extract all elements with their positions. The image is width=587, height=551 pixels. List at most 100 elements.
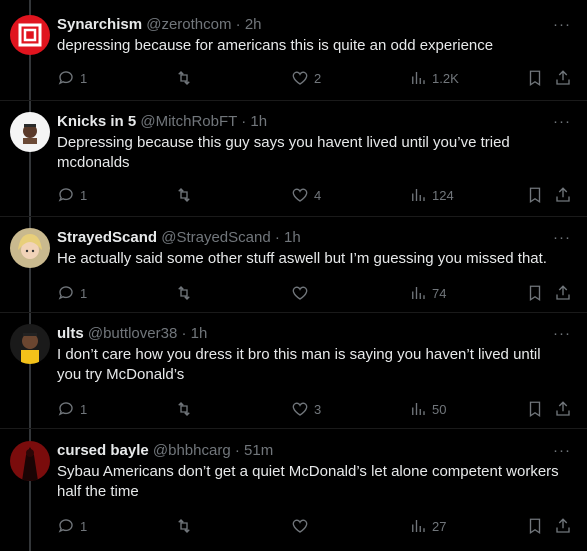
share-button[interactable] xyxy=(554,283,572,303)
action-bar: 1 3 50 xyxy=(57,399,587,419)
retweet-button[interactable] xyxy=(175,68,193,88)
user-handle[interactable]: @StrayedScand xyxy=(161,229,270,246)
share-button[interactable] xyxy=(554,399,572,419)
divider xyxy=(0,428,587,429)
views-button[interactable]: 124 xyxy=(409,185,454,205)
reply-button[interactable]: 1 xyxy=(57,399,87,419)
like-count: 4 xyxy=(314,187,322,203)
action-bar: 1 74 xyxy=(57,283,587,303)
share-icon xyxy=(556,187,570,202)
bookmark-button[interactable] xyxy=(526,516,544,536)
views-button[interactable]: 50 xyxy=(409,399,446,419)
bookmark-icon xyxy=(529,401,541,418)
separator-dot: · xyxy=(181,325,187,342)
views-button[interactable]: 27 xyxy=(409,516,446,536)
tweet-text: Depressing because this guy says you hav… xyxy=(57,134,510,171)
tweet-text: He actually said some other stuff aswell… xyxy=(57,250,547,267)
views-icon xyxy=(412,520,425,532)
retweet-button[interactable] xyxy=(175,185,193,205)
bookmark-icon xyxy=(529,187,541,204)
avatar[interactable] xyxy=(10,228,50,268)
like-count: 2 xyxy=(314,70,322,86)
more-icon[interactable]: ··· xyxy=(553,112,571,132)
avatar[interactable] xyxy=(10,324,50,364)
reply-button[interactable]: 1 xyxy=(57,68,87,88)
retweet-icon xyxy=(178,519,190,533)
reply-tweet[interactable]: Knicks in 5 @MitchRobFT · 1h ··· Depress… xyxy=(0,112,587,222)
views-count: 27 xyxy=(432,518,447,534)
like-button[interactable]: 2 xyxy=(291,68,321,88)
user-handle[interactable]: @bhbhcarg xyxy=(153,442,231,459)
views-count: 74 xyxy=(432,285,447,301)
retweet-button[interactable] xyxy=(175,283,193,303)
user-handle[interactable]: @zerothcom xyxy=(146,16,231,33)
reply-tweet[interactable]: ults @buttlover38 · 1h ··· I don’t care … xyxy=(0,324,587,434)
views-count: 1.2K xyxy=(432,70,459,86)
separator-dot: · xyxy=(241,113,247,130)
like-button[interactable]: 3 xyxy=(291,399,321,419)
tweet-text: depressing because for americans this is… xyxy=(57,37,494,54)
reply-icon xyxy=(58,188,73,202)
bookmark-button[interactable] xyxy=(526,399,544,419)
divider xyxy=(0,100,587,101)
bookmark-icon xyxy=(529,518,541,535)
bookmark-button[interactable] xyxy=(526,68,544,88)
timestamp[interactable]: 51m xyxy=(244,442,273,459)
share-button[interactable] xyxy=(554,185,572,205)
synarchism-logo-icon xyxy=(18,23,42,47)
display-name[interactable]: cursed bayle xyxy=(57,442,149,459)
action-bar: 1 2 1.2K xyxy=(57,68,587,88)
user-handle[interactable]: @buttlover38 xyxy=(88,325,177,342)
tweet-header: Synarchism @zerothcom · 2h xyxy=(57,15,262,35)
reply-count: 1 xyxy=(80,518,88,534)
share-button[interactable] xyxy=(554,68,572,88)
avatar[interactable] xyxy=(10,112,50,152)
display-name[interactable]: StrayedScand xyxy=(57,229,157,246)
separator-dot: · xyxy=(235,16,241,33)
share-button[interactable] xyxy=(554,516,572,536)
tweet-text: I don’t care how you dress it bro this m… xyxy=(57,346,541,383)
retweet-button[interactable] xyxy=(175,399,193,419)
display-name[interactable]: ults xyxy=(57,325,84,342)
bookmark-button[interactable] xyxy=(526,283,544,303)
views-icon xyxy=(412,72,425,84)
display-name[interactable]: Synarchism xyxy=(57,16,142,33)
retweet-button[interactable] xyxy=(175,516,193,536)
retweet-icon xyxy=(178,188,190,202)
timestamp[interactable]: 1h xyxy=(250,113,267,130)
timestamp[interactable]: 2h xyxy=(245,16,262,33)
avatar[interactable] xyxy=(10,441,50,481)
share-icon xyxy=(556,518,570,533)
tweet-header: Knicks in 5 @MitchRobFT · 1h xyxy=(57,112,267,132)
bookmark-button[interactable] xyxy=(526,185,544,205)
user-handle[interactable]: @MitchRobFT xyxy=(140,113,237,130)
heart-icon xyxy=(292,402,308,416)
views-button[interactable]: 1.2K xyxy=(409,68,459,88)
reply-tweet[interactable]: StrayedScand @StrayedScand · 1h ··· He a… xyxy=(0,228,587,318)
reply-button[interactable]: 1 xyxy=(57,516,87,536)
reply-count: 1 xyxy=(80,187,88,203)
views-icon xyxy=(412,287,425,299)
reply-icon xyxy=(58,519,73,533)
timestamp[interactable]: 1h xyxy=(191,325,208,342)
reply-tweet[interactable]: cursed bayle @bhbhcarg · 51m ··· Sybau A… xyxy=(0,441,587,551)
like-button[interactable] xyxy=(291,516,314,536)
retweet-icon xyxy=(178,286,190,300)
tweet-header: cursed bayle @bhbhcarg · 51m xyxy=(57,441,273,461)
more-icon[interactable]: ··· xyxy=(553,324,571,344)
like-button[interactable] xyxy=(291,283,314,303)
more-icon[interactable]: ··· xyxy=(553,15,571,35)
like-button[interactable]: 4 xyxy=(291,185,321,205)
display-name[interactable]: Knicks in 5 xyxy=(57,113,136,130)
more-icon[interactable]: ··· xyxy=(553,441,571,461)
avatar[interactable] xyxy=(10,15,50,55)
reply-count: 1 xyxy=(80,70,88,86)
views-button[interactable]: 74 xyxy=(409,283,446,303)
views-icon xyxy=(412,403,425,415)
timestamp[interactable]: 1h xyxy=(284,229,301,246)
reply-button[interactable]: 1 xyxy=(57,185,87,205)
more-icon[interactable]: ··· xyxy=(553,228,571,248)
reply-button[interactable]: 1 xyxy=(57,283,87,303)
share-icon xyxy=(556,401,570,416)
reply-icon xyxy=(58,71,73,85)
